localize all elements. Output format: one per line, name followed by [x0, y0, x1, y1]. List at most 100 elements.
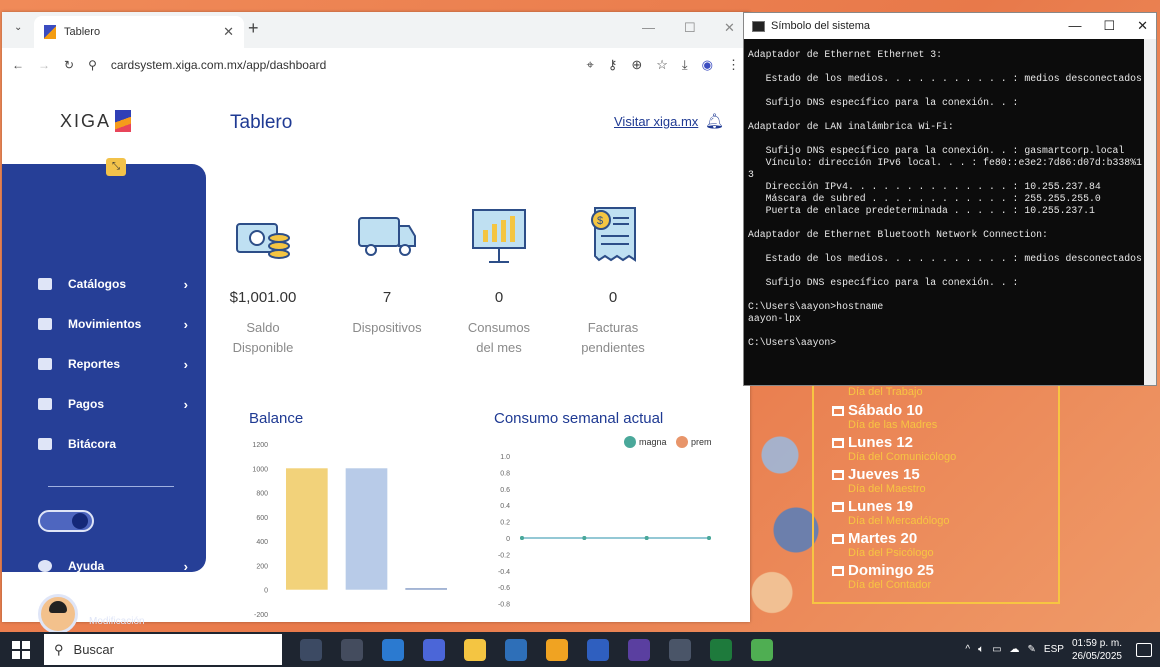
taskbar-app-icon[interactable]: [628, 638, 650, 661]
onedrive-icon[interactable]: ☁︎: [1010, 644, 1020, 655]
clock-time: 01:59 p. m.: [1071, 637, 1122, 649]
stat-label-line-1: Consumos: [467, 320, 531, 335]
search-placeholder: Buscar: [73, 642, 114, 657]
taskbar-app-icon[interactable]: [751, 638, 773, 661]
tab-list-icon[interactable]: ⌄: [14, 22, 22, 33]
calendar-icon: [832, 565, 844, 576]
minimize-icon[interactable]: —: [642, 20, 655, 35]
windows-start-icon[interactable]: [12, 640, 30, 659]
calendar-entry: Domingo 25 Día del Contador: [832, 562, 1058, 594]
page-title: Tablero: [230, 112, 293, 133]
chevron-right-icon: ›: [183, 558, 188, 574]
close-window-icon[interactable]: ✕: [724, 20, 735, 36]
visit-xiga-link[interactable]: Visitar xiga.mx: [614, 114, 698, 129]
chevron-right-icon: ›: [183, 316, 188, 332]
forward-icon[interactable]: →: [38, 58, 50, 72]
y-tick-label: 200: [256, 563, 268, 570]
bookmark-star-icon[interactable]: ☆: [656, 57, 668, 73]
taskbar-app-icon[interactable]: [710, 638, 732, 661]
truck-icon: [358, 217, 416, 256]
tab-tablero[interactable]: Tablero ✕: [34, 16, 244, 48]
favicon-icon: [44, 25, 56, 39]
stat-label-line-1: Facturas: [587, 320, 639, 335]
maximize-icon[interactable]: ☐: [684, 20, 696, 36]
pen-icon[interactable]: ✎: [1028, 644, 1036, 655]
reload-icon[interactable]: ↻: [64, 58, 74, 72]
calendar-widget: Día del Trabajo Sábado 10 Día de las Mad…: [812, 386, 1060, 604]
menu-icon[interactable]: ⋮: [727, 57, 740, 73]
chevron-up-icon[interactable]: ^: [965, 644, 970, 655]
cmd-line: aayon-lpx: [748, 313, 801, 324]
theme-toggle[interactable]: [38, 510, 94, 532]
new-tab-icon[interactable]: +: [248, 18, 259, 39]
chevron-right-icon[interactable]: ›: [170, 605, 174, 620]
xiga-logo[interactable]: XIGA: [60, 110, 132, 132]
cmd-line: Adaptador de Ethernet Ethernet 3:: [748, 49, 943, 60]
data-point: [520, 536, 524, 540]
taskbar-search[interactable]: ⚲ Buscar: [44, 634, 282, 665]
calendar-entry: Sábado 10 Día de las Madres: [832, 402, 1058, 434]
collapse-sidebar-icon[interactable]: ⤡: [106, 158, 126, 176]
site-settings-icon[interactable]: ⚲: [88, 58, 97, 72]
bell-icon[interactable]: 🔔︎: [705, 112, 724, 130]
calendar-top-note: Día del Trabajo: [848, 386, 923, 398]
taskbar-app-icon[interactable]: [587, 638, 609, 661]
taskbar-app-icon[interactable]: [341, 638, 363, 661]
calendar-note: Día del Mercadólogo: [848, 515, 950, 527]
profile-icon[interactable]: ◉: [702, 57, 713, 73]
cmd-title: Símbolo del sistema: [771, 20, 871, 32]
download-icon[interactable]: ⤓: [682, 57, 688, 73]
zoom-icon[interactable]: ⊕: [631, 57, 642, 73]
calendar-day-label: Domingo 25: [848, 562, 934, 579]
close-tab-icon[interactable]: ✕: [223, 24, 234, 40]
cmd-scrollbar[interactable]: [1144, 39, 1156, 385]
logo-text: XIGA: [60, 110, 112, 131]
close-window-icon[interactable]: ✕: [1137, 18, 1148, 34]
legend-label: magna: [639, 437, 667, 447]
sidebar-item-3[interactable]: Pagos ›: [38, 392, 188, 416]
minimize-icon[interactable]: —: [1068, 18, 1081, 34]
notifications-icon[interactable]: [1136, 642, 1152, 657]
password-key-icon[interactable]: ⚷: [608, 57, 618, 73]
calendar-entry: Martes 20 Día del Psicólogo: [832, 530, 1058, 562]
sidebar-item-0[interactable]: Catálogos ›: [38, 272, 188, 296]
cmd-line: [748, 133, 1152, 145]
user-name: ALEXIA: [89, 600, 126, 611]
y-tick-label: 600: [256, 515, 268, 522]
calendar-note: Día del Psicólogo: [848, 547, 934, 559]
cmd-line: [748, 109, 1152, 121]
taskbar-app-icon[interactable]: [669, 638, 691, 661]
clock[interactable]: 01:59 p. m. 26/05/2025: [1072, 637, 1122, 663]
language-indicator[interactable]: ESP: [1044, 644, 1064, 655]
calendar-entry: Lunes 19 Día del Mercadólogo: [832, 498, 1058, 530]
sidebar-item-ayuda[interactable]: Ayuda ›: [38, 554, 188, 578]
taskbar-app-icon[interactable]: [423, 638, 445, 661]
cmd-line: [748, 241, 1152, 253]
sidebar-item-2[interactable]: Reportes ›: [38, 352, 188, 376]
url-field[interactable]: cardsystem.xiga.com.mx/app/dashboard: [111, 58, 573, 72]
back-icon[interactable]: ←: [12, 58, 24, 72]
invoice-icon: $: [591, 207, 636, 262]
battery-icon[interactable]: ▭: [992, 644, 1001, 655]
volume-icon[interactable]: 🔈︎: [978, 644, 984, 655]
y-tick-label: 1200: [252, 442, 268, 449]
y-tick-label: 0.6: [500, 487, 510, 494]
cmd-line: [748, 265, 1152, 277]
taskbar-app-icon[interactable]: [382, 638, 404, 661]
command-prompt-window: Símbolo del sistema — ☐ ✕ Adaptador de E…: [743, 12, 1157, 386]
maximize-icon[interactable]: ☐: [1103, 18, 1115, 34]
sidebar-item-1[interactable]: Movimientos ›: [38, 312, 188, 336]
cmd-line: [748, 289, 1152, 301]
taskbar-app-icon[interactable]: [464, 638, 486, 661]
calendar-day-label: Sábado 10: [848, 402, 924, 419]
calendar-day-label: Martes 20: [848, 530, 918, 547]
cmd-line: Sufijo DNS específico para la conexión. …: [748, 97, 1019, 108]
calendar-note: Día de las Madres: [848, 419, 938, 431]
cmd-output[interactable]: Adaptador de Ethernet Ethernet 3: Estado…: [744, 39, 1156, 359]
taskbar-app-icon[interactable]: [300, 638, 322, 661]
location-icon[interactable]: ⌖: [586, 57, 593, 73]
taskbar-app-icon[interactable]: [505, 638, 527, 661]
sidebar-item-4[interactable]: Bitácora: [38, 432, 188, 456]
avatar[interactable]: [38, 594, 78, 634]
taskbar-app-icon[interactable]: [546, 638, 568, 661]
